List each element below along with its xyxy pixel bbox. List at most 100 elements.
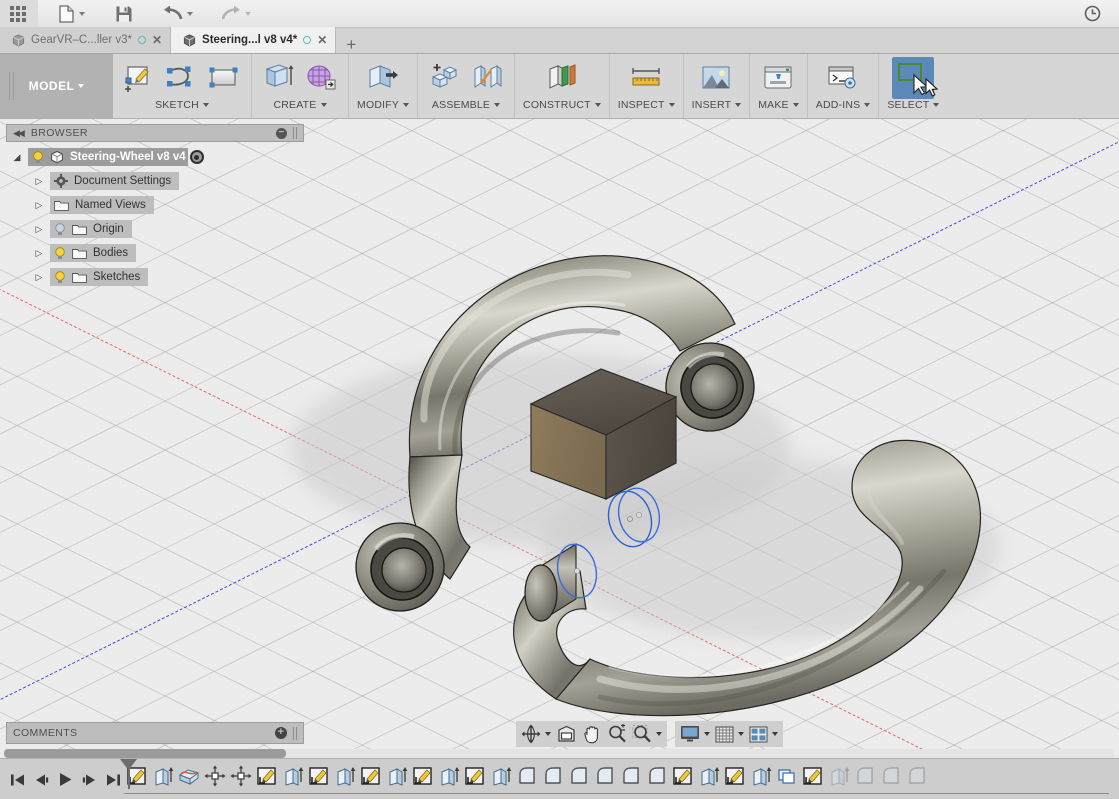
press-pull-icon [369, 65, 399, 88]
sketch-spline-button[interactable] [163, 59, 201, 97]
tree-node-origin[interactable]: ▷ Origin [6, 220, 304, 238]
display-settings-button[interactable] [678, 722, 712, 746]
ribbon-group-inspect-label-row[interactable]: INSPECT [618, 99, 675, 111]
ribbon-group-select-label-row[interactable]: SELECT [887, 99, 940, 111]
timeline-track[interactable] [120, 759, 1109, 799]
look-at-button[interactable] [554, 722, 579, 746]
ribbon-group-sketch-label: SKETCH [155, 99, 199, 111]
measure-button[interactable] [627, 59, 665, 97]
tree-node-root[interactable]: ◢ Steering-Wheel v8 v4 [6, 148, 304, 166]
horizontal-scrollbar[interactable] [4, 749, 1114, 758]
save-button[interactable] [109, 0, 139, 28]
lightbulb-icon[interactable] [32, 150, 44, 164]
ribbon-group-sketch-label-row[interactable]: SKETCH [155, 99, 209, 111]
ribbon-group-construct-label-row[interactable]: CONSTRUCT [523, 99, 601, 111]
play-button[interactable] [54, 765, 76, 795]
workspace-switcher[interactable]: MODEL [0, 54, 113, 118]
step-forward-button[interactable] [78, 765, 100, 795]
fillet-feature-icon [623, 767, 639, 784]
panel-grip[interactable] [293, 726, 297, 740]
sketch-feature-icon [361, 767, 380, 785]
create-form-button[interactable] [302, 59, 340, 97]
ribbon-group-make-label: MAKE [758, 99, 789, 111]
go-to-beginning-button[interactable] [6, 765, 28, 795]
expand-triangle-icon[interactable]: ▷ [28, 272, 50, 283]
radio-target-icon[interactable] [189, 150, 204, 164]
panel-grip[interactable] [293, 127, 297, 139]
measure-icon [632, 68, 660, 86]
ribbon-group-insert-label-row[interactable]: INSERT [692, 99, 742, 111]
insert-image-button[interactable] [697, 59, 735, 97]
ribbon-group-addins-label-row[interactable]: ADD-INS [816, 99, 871, 111]
zoom-button[interactable] [605, 722, 629, 746]
comments-panel[interactable]: COMMENTS + [6, 722, 304, 744]
close-icon[interactable]: ✕ [152, 34, 162, 46]
sync-circle-icon [137, 36, 146, 44]
job-status-button[interactable] [1078, 0, 1107, 28]
ribbon-group-modify-label-row[interactable]: MODIFY [357, 99, 410, 111]
nav-group-1 [516, 721, 667, 747]
ribbon-group-modify: MODIFY [349, 54, 419, 118]
tree-node-sketches[interactable]: ▷ Sketches [6, 268, 304, 286]
workspace-label: MODEL [28, 79, 75, 93]
joint-button[interactable] [468, 59, 506, 97]
scrollbar-thumb[interactable] [4, 749, 286, 758]
expand-triangle-icon[interactable]: ▷ [28, 224, 50, 235]
timeline-marker[interactable] [120, 759, 137, 789]
scripts-addins-button[interactable] [824, 59, 862, 97]
orbit-icon [521, 724, 541, 744]
new-component-button[interactable] [426, 59, 464, 97]
ribbon-group-assemble-label-row[interactable]: ASSEMBLE [432, 99, 501, 111]
tree-node-bodies[interactable]: ▷ Bodies [6, 244, 304, 262]
step-back-button[interactable] [30, 765, 52, 795]
fillet-feature-icon [857, 767, 873, 784]
document-tab-1[interactable]: GearVR–C...ller v3* ✕ [0, 27, 172, 53]
lightbulb-icon[interactable] [54, 246, 66, 260]
chevron-down-icon [403, 103, 410, 107]
create-sketch-button[interactable] [121, 59, 159, 97]
3d-print-button[interactable] [759, 59, 797, 97]
plus-circle-icon[interactable]: + [275, 727, 287, 739]
grid-icon [10, 5, 26, 22]
sync-circle-icon [303, 36, 312, 44]
file-menu-button[interactable] [52, 0, 91, 28]
press-pull-button[interactable] [364, 59, 402, 97]
ribbon-group-create-label-row[interactable]: CREATE [273, 99, 327, 111]
pan-button[interactable] [580, 722, 604, 746]
new-tab-button[interactable]: + [336, 36, 366, 53]
viewports-button[interactable] [747, 722, 780, 746]
lightbulb-icon[interactable] [54, 270, 66, 284]
extrude-button[interactable] [260, 59, 298, 97]
ribbon-group-create: CREATE [252, 54, 349, 118]
select-window-button[interactable] [892, 57, 935, 99]
3d-viewport[interactable]: ◀◀ BROWSER − ◢ Steering-Wheel v8 v4 ▷ Do… [0, 119, 1119, 757]
document-tab-1-label: GearVR–C...ller v3* [31, 34, 132, 46]
lightbulb-off-icon[interactable] [54, 222, 66, 236]
app-menu-button[interactable] [0, 0, 38, 28]
expand-triangle-icon[interactable]: ▷ [28, 200, 50, 211]
chevron-down-icon [187, 11, 193, 16]
insert-image-icon [702, 66, 730, 89]
zoom-window-button[interactable] [630, 722, 664, 746]
expand-triangle-icon[interactable]: ◢ [6, 152, 28, 163]
expand-triangle-icon[interactable]: ▷ [28, 248, 50, 259]
fillet-feature-icon [597, 767, 613, 784]
go-to-end-button[interactable] [102, 765, 124, 795]
expand-triangle-icon[interactable]: ▷ [28, 176, 50, 187]
tree-node-named-views[interactable]: ▷ Named Views [6, 196, 304, 214]
ribbon-group-make-label-row[interactable]: MAKE [758, 99, 799, 111]
chevron-down-icon [494, 103, 501, 107]
sketch-rectangle-button[interactable] [205, 59, 243, 97]
minus-circle-icon[interactable]: − [276, 127, 287, 139]
offset-plane-button[interactable] [543, 59, 581, 97]
orbit-button[interactable] [519, 722, 553, 746]
redo-button[interactable] [215, 0, 257, 28]
rim-endcap-left [355, 522, 445, 612]
undo-button[interactable] [157, 0, 199, 28]
close-icon[interactable]: ✕ [317, 34, 327, 46]
double-chevron-left-icon[interactable]: ◀◀ [13, 128, 25, 139]
document-tab-2[interactable]: Steering...l v8 v4* ✕ [171, 27, 337, 53]
grid-and-snaps-button[interactable] [713, 722, 746, 746]
tree-node-document-settings[interactable]: ▷ Document Settings [6, 172, 304, 190]
gear-icon [54, 174, 68, 188]
